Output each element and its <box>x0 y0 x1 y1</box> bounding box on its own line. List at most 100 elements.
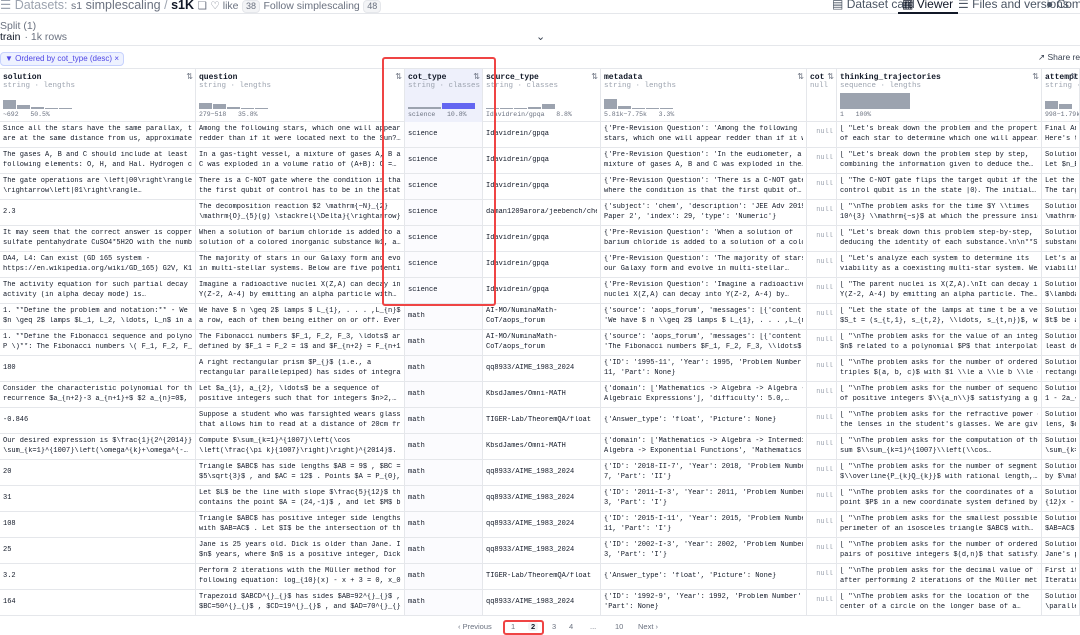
cell-attempt[interactable]: Solution:lens, $d <box>1042 408 1080 433</box>
cell-thinking[interactable]: [ "\nThe problem asks for the number of … <box>837 356 1042 381</box>
cell-cot[interactable]: null <box>807 590 837 615</box>
cell-thinking[interactable]: [ "Let's break down the problem and the … <box>837 122 1042 147</box>
sort-icon[interactable]: ⇅ <box>797 72 804 81</box>
cell-question[interactable]: Let $L$ be the line with slope $\frac{5}… <box>196 486 405 511</box>
table-row[interactable]: It may seem that the correct answer is c… <box>0 226 1080 252</box>
cell-thinking[interactable]: [ "\nThe problem asks for the computatio… <box>837 434 1042 459</box>
cell-thinking[interactable]: [ "Let's break down the problem step by … <box>837 148 1042 173</box>
sort-icon[interactable]: ⇅ <box>1070 72 1077 81</box>
tab-viewer[interactable]: ▦ Viewer <box>902 0 953 11</box>
cell-source-type[interactable]: KbsdJames/Omni-MATH <box>483 382 601 407</box>
cell-question[interactable]: A right rectangular prism $P_{}$ (i.e., … <box>196 356 405 381</box>
chevron-down-icon[interactable]: ⌄ <box>536 30 545 43</box>
cell-question[interactable]: The decomposition reaction $2 \mathrm{~N… <box>196 200 405 225</box>
cell-cot[interactable]: null <box>807 252 837 277</box>
cell-cot-type[interactable]: math <box>405 330 483 355</box>
cell-thinking[interactable]: [ "\nThe problem asks for the value of a… <box>837 330 1042 355</box>
cell-question[interactable]: When a solution of barium chloride is ad… <box>196 226 405 251</box>
cell-solution[interactable]: The gases A, B and C should include at l… <box>0 148 196 173</box>
cell-attempt[interactable]: Solution:$AB=AC$. <box>1042 512 1080 537</box>
cell-source-type[interactable]: Idavidrein/gpqa <box>483 174 601 199</box>
tab-community[interactable]: ● Comm <box>1046 0 1080 11</box>
cell-source-type[interactable]: qq8933/AIME_1983_2024 <box>483 356 601 381</box>
histogram-bar[interactable] <box>500 108 513 109</box>
table-row[interactable]: 20 Triangle $ABC$ has side lengths $AB = … <box>0 460 1080 486</box>
table-row[interactable]: 1. **Define the problem and notation:** … <box>0 304 1080 330</box>
cell-attempt[interactable]: Solution:$\lambda_ <box>1042 278 1080 303</box>
cell-metadata[interactable]: {'domain': ['Mathematics -> Algebra -> A… <box>601 382 807 407</box>
table-row[interactable]: 108 Triangle $ABC$ has positive integer s… <box>0 512 1080 538</box>
cell-metadata[interactable]: {'ID': '2011-I-3', 'Year': 2011, 'Proble… <box>601 486 807 511</box>
cell-solution[interactable]: 20 <box>0 460 196 485</box>
like-button[interactable]: ♡ like <box>210 0 238 12</box>
cell-attempt[interactable]: Solution:\parallel <box>1042 590 1080 615</box>
cell-question[interactable]: Compute $\sum_{k=1}^{1007}\left(\cos \lef… <box>196 434 405 459</box>
cell-cot-type[interactable]: math <box>405 512 483 537</box>
histogram-bar[interactable] <box>514 108 527 109</box>
cell-thinking[interactable]: [ "The parent nuclei is X(Z,A).\nIt can … <box>837 278 1042 303</box>
histogram-bar[interactable] <box>542 104 555 109</box>
cell-solution[interactable]: The activity equation for such partial d… <box>0 278 196 303</box>
cell-cot[interactable]: null <box>807 538 837 563</box>
cell-cot[interactable]: null <box>807 200 837 225</box>
cell-metadata[interactable]: {'ID': '2015-I-11', 'Year': 2015, 'Probl… <box>601 512 807 537</box>
cell-solution[interactable]: Consider the characteristic polynomial f… <box>0 382 196 407</box>
cell-question[interactable]: In a gas-tight vessel, a mixture of gase… <box>196 148 405 173</box>
cell-attempt[interactable]: First iteIteratio <box>1042 564 1080 589</box>
cell-source-type[interactable]: AI-MO/NuminaMath- CoT/aops_forum <box>483 304 601 329</box>
histogram-bar[interactable] <box>59 108 72 109</box>
table-row[interactable]: -0.846 Suppose a student who was farsight… <box>0 408 1080 434</box>
histogram-bar[interactable] <box>199 103 212 109</box>
cell-question[interactable]: The majority of stars in our Galaxy form… <box>196 252 405 277</box>
histogram-bar[interactable] <box>227 107 240 109</box>
histogram-bar[interactable] <box>618 106 631 109</box>
histogram-bar[interactable] <box>31 107 44 109</box>
cell-solution[interactable]: It may seem that the correct answer is c… <box>0 226 196 251</box>
cell-source-type[interactable]: Idavidrein/gpqa <box>483 226 601 251</box>
cell-source-type[interactable]: daman1209arora/jeebench/chem <box>483 200 601 225</box>
table-row[interactable]: The gases A, B and C should include at l… <box>0 148 1080 174</box>
cell-solution[interactable]: Our desired expression is $\frac{1}{2^{2… <box>0 434 196 459</box>
next-page-button[interactable]: Next › <box>638 622 658 631</box>
cell-thinking[interactable]: [ "The C-NOT gate flips the target qubit… <box>837 174 1042 199</box>
cell-cot-type[interactable]: math <box>405 434 483 459</box>
cell-metadata[interactable]: {'Pre-Revision Question': 'There is a C-… <box>601 174 807 199</box>
cell-source-type[interactable]: Idavidrein/gpqa <box>483 148 601 173</box>
cell-cot-type[interactable]: math <box>405 538 483 563</box>
histogram-bar[interactable] <box>1045 101 1058 109</box>
cell-cot[interactable]: null <box>807 148 837 173</box>
cell-solution[interactable]: DA4, L4: Can exist (GD 165 system - https… <box>0 252 196 277</box>
order-filter-chip[interactable]: ▼ Ordered by cot_type (desc) × <box>0 52 124 66</box>
column-header-cot[interactable]: cot null ⇅ <box>807 69 837 122</box>
cell-cot[interactable]: null <box>807 356 837 381</box>
cell-metadata[interactable]: {'ID': '1992-9', 'Year': 1992, 'Problem … <box>601 590 807 615</box>
histogram-bar[interactable] <box>3 100 16 109</box>
column-header-metadata[interactable]: metadata string · lengths ⇅ 5.81k−7.75k 3.3… <box>601 69 807 122</box>
cell-thinking[interactable]: [ "\nThe problem asks for the refractive… <box>837 408 1042 433</box>
cell-solution[interactable]: The gate operations are \left|00\right\r… <box>0 174 196 199</box>
cell-cot[interactable]: null <box>807 564 837 589</box>
cell-solution[interactable]: 108 <box>0 512 196 537</box>
cell-thinking[interactable]: [ "\nThe problem asks for the number of … <box>837 460 1042 485</box>
cell-metadata[interactable]: {'Answer_type': 'float', 'Picture': None… <box>601 564 807 589</box>
cell-attempt[interactable]: Solution:1 - 2a_{ <box>1042 382 1080 407</box>
cell-attempt[interactable]: Solution:\mathrm{N <box>1042 200 1080 225</box>
cell-cot[interactable]: null <box>807 382 837 407</box>
copy-icon[interactable]: ❏ <box>197 0 206 12</box>
cell-source-type[interactable]: KbsdJames/Omni-MATH <box>483 434 601 459</box>
cell-question[interactable]: Trapezoid $ABCD^{}_{}$ has sides $AB=92^… <box>196 590 405 615</box>
cell-metadata[interactable]: {'Pre-Revision Question': 'Among the fol… <box>601 122 807 147</box>
table-row[interactable]: 1. **Define the Fibonacci sequence and p… <box>0 330 1080 356</box>
table-row[interactable]: 31 Let $L$ be the line with slope $\frac{… <box>0 486 1080 512</box>
cell-solution[interactable]: 25 <box>0 538 196 563</box>
cell-source-type[interactable]: TIGER-Lab/TheoremQA/float <box>483 564 601 589</box>
cell-attempt[interactable]: Let's anaviability <box>1042 252 1080 277</box>
column-header-question[interactable]: question string · lengths ⇅ 279−518 35.8% <box>196 69 405 122</box>
cell-cot-type[interactable]: math <box>405 564 483 589</box>
cell-solution[interactable]: 164 <box>0 590 196 615</box>
cell-source-type[interactable]: TIGER-Lab/TheoremQA/float <box>483 408 601 433</box>
cell-attempt[interactable]: Solution:$t$ be a <box>1042 304 1080 329</box>
cell-source-type[interactable]: Idavidrein/gpqa <box>483 122 601 147</box>
cell-thinking[interactable]: [ "Let's analyze each system to determin… <box>837 252 1042 277</box>
previous-page-button[interactable]: ‹ Previous <box>458 622 492 631</box>
